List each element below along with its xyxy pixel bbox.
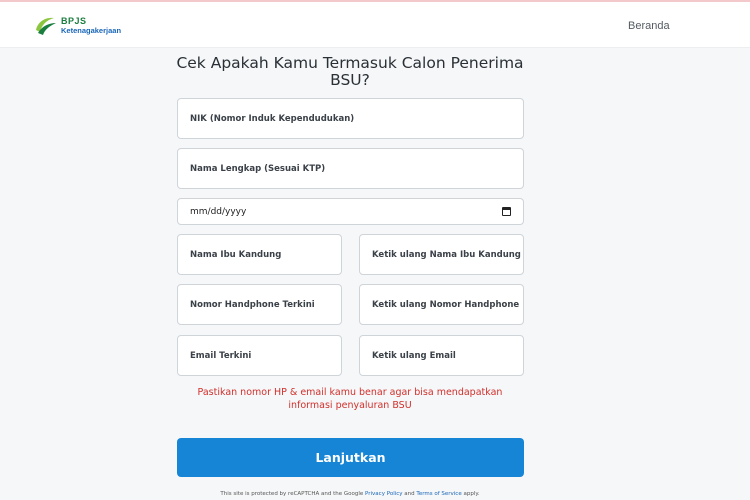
email-confirm-placeholder: Ketik ulang Email (372, 350, 456, 361)
nav-home-link[interactable]: Beranda (628, 20, 670, 32)
mother-name-confirm-placeholder: Ketik ulang Nama Ibu Kandung (372, 249, 521, 260)
bpjs-logo[interactable]: BPJS Ketenagakerjaan (34, 14, 154, 38)
birth-date-placeholder: mm/dd/yyyy (190, 206, 247, 217)
birth-date-input[interactable]: mm/dd/yyyy (177, 198, 524, 225)
recaptcha-prefix: This site is protected by reCAPTCHA and … (220, 491, 364, 497)
recaptcha-and: and (404, 491, 415, 497)
logo-sub-text: Ketenagakerjaan (61, 26, 122, 35)
calendar-icon[interactable] (502, 207, 511, 216)
terms-of-service-link[interactable]: Terms of Service (416, 491, 461, 497)
mother-name-input[interactable]: Nama Ibu Kandung (177, 234, 342, 275)
nik-input[interactable]: NIK (Nomor Induk Kependudukan) (177, 98, 524, 139)
nik-placeholder: NIK (Nomor Induk Kependudukan) (190, 113, 355, 124)
phone-confirm-placeholder: Ketik ulang Nomor Handphone (372, 299, 520, 310)
recaptcha-suffix: apply. (463, 491, 480, 497)
phone-placeholder: Nomor Handphone Terkini (190, 299, 315, 310)
warning-message: Pastikan nomor HP & email kamu benar aga… (197, 387, 503, 411)
privacy-policy-link[interactable]: Privacy Policy (365, 491, 402, 497)
header: BPJS Ketenagakerjaan Beranda (0, 2, 750, 48)
phone-input[interactable]: Nomor Handphone Terkini (177, 284, 342, 325)
full-name-placeholder: Nama Lengkap (Sesuai KTP) (190, 163, 326, 174)
recaptcha-notice: This site is protected by reCAPTCHA and … (150, 491, 550, 497)
email-confirm-input[interactable]: Ketik ulang Email (359, 335, 524, 376)
phone-confirm-input[interactable]: Ketik ulang Nomor Handphone (359, 284, 524, 325)
continue-button[interactable]: Lanjutkan (177, 438, 524, 477)
mother-name-placeholder: Nama Ibu Kandung (190, 249, 282, 260)
logo-main-text: BPJS (61, 16, 87, 26)
email-placeholder: Email Terkini (190, 350, 252, 361)
full-name-input[interactable]: Nama Lengkap (Sesuai KTP) (177, 148, 524, 189)
page-title: Cek Apakah Kamu Termasuk Calon Penerima … (176, 54, 524, 89)
logo-mark-icon (36, 17, 56, 35)
mother-name-confirm-input[interactable]: Ketik ulang Nama Ibu Kandung (359, 234, 524, 275)
email-input[interactable]: Email Terkini (177, 335, 342, 376)
